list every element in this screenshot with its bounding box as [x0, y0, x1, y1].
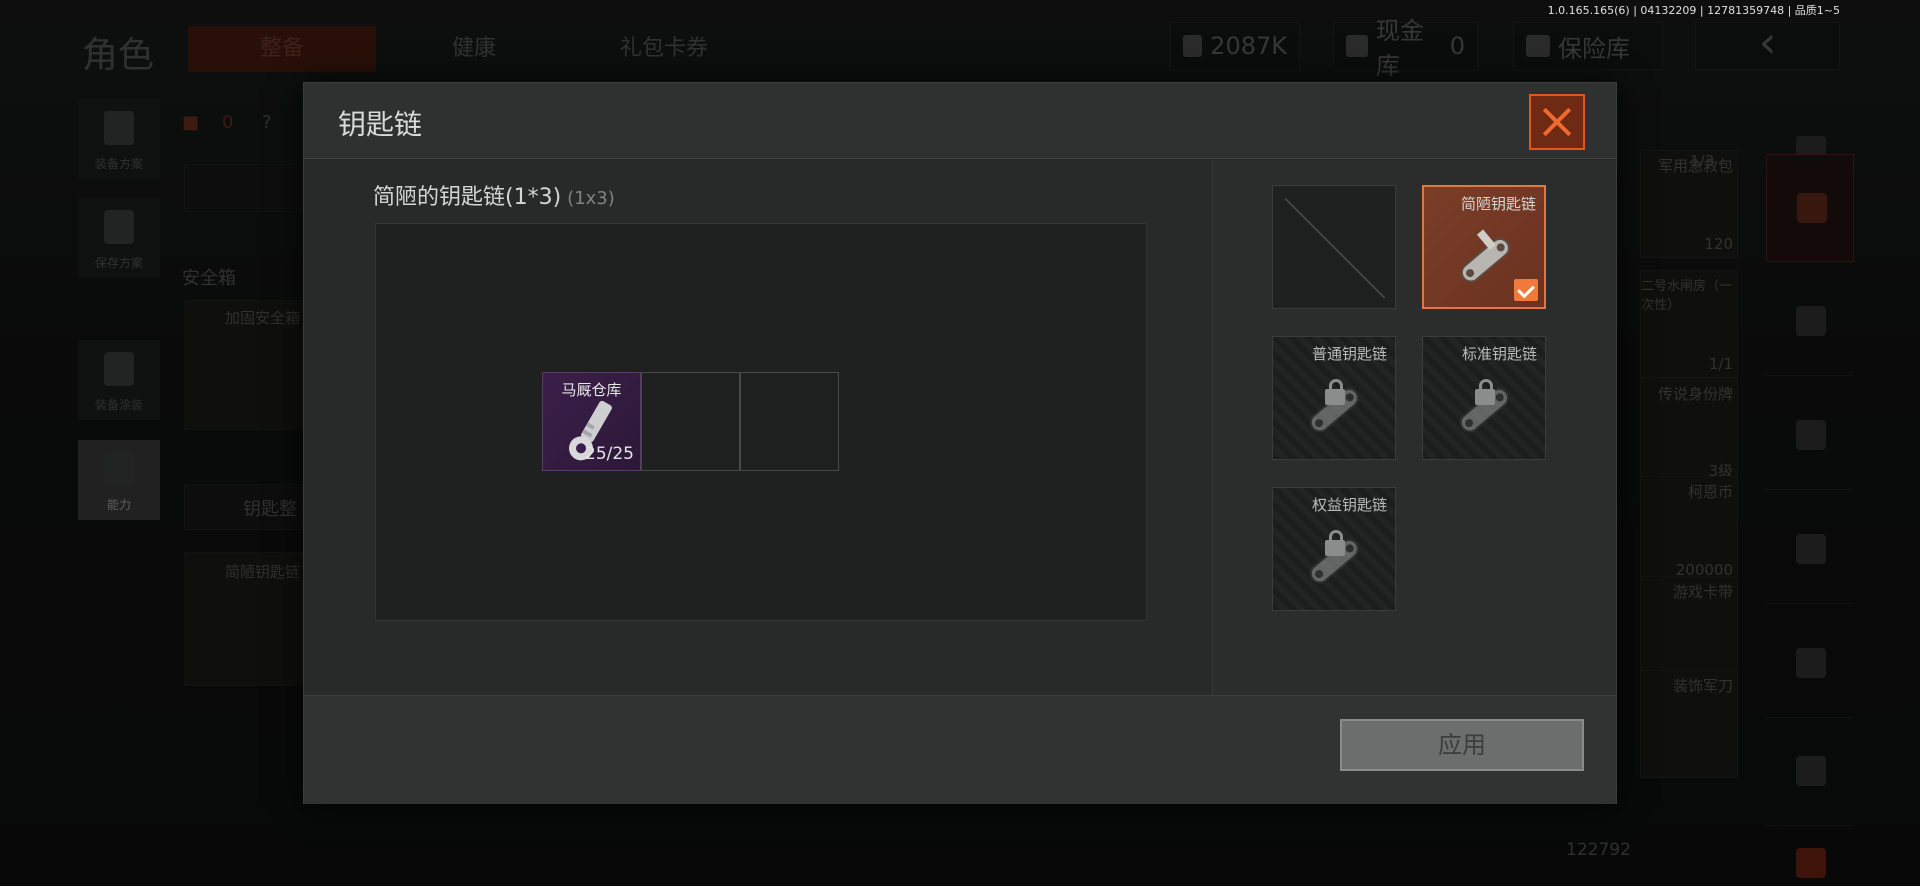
cash-vault-button[interactable]: 现金库 0: [1333, 17, 1478, 80]
grid-item[interactable]: 二号水闸房（一次性） 1/1: [1640, 270, 1738, 378]
key-slot-empty[interactable]: [740, 372, 839, 471]
lock-icon: [1325, 530, 1345, 556]
grid-item[interactable]: 游戏卡带: [1640, 576, 1738, 684]
keychain-dims: (1x3): [567, 188, 615, 209]
layers-icon: [1797, 193, 1827, 223]
chevron-left-icon: ‹: [1758, 17, 1777, 68]
armor-icon: ■: [182, 112, 200, 133]
currency-display: 2087K: [1170, 22, 1300, 70]
plus-icon: [1796, 848, 1826, 878]
keychain-icon: [1460, 229, 1510, 283]
grid-item[interactable]: 柯恩币 200000: [1640, 476, 1738, 584]
safe-box-label: 安全箱: [182, 268, 236, 289]
grid-item-name: 二号水闸房（一次性）: [1641, 279, 1733, 313]
cash-icon: [1183, 35, 1203, 57]
armor-count: 0: [222, 112, 234, 133]
modal-header: 钥匙链: [304, 83, 1616, 159]
category-ammo[interactable]: [1766, 610, 1854, 718]
stack-count: 1/3: [1690, 152, 1715, 170]
keychain-modal: 钥匙链 简陋的钥匙链(1*3) (1x3) 马厩仓库 25/25 简陋钥匙链 普…: [303, 82, 1617, 804]
grid-item-name: 装饰军刀: [1672, 677, 1733, 695]
grid-item-name: 游戏卡带: [1672, 583, 1733, 601]
grid-item-value: 120: [1704, 235, 1733, 253]
keychain-name: 简陋的钥匙链(1*3) (1x3): [373, 179, 615, 211]
category-add[interactable]: [1766, 810, 1854, 886]
grid-item-value: 1/1: [1708, 355, 1733, 373]
empty-slot-icon: [1285, 198, 1385, 298]
category-all[interactable]: [1766, 154, 1854, 262]
download-icon: [104, 210, 134, 244]
category-rifle[interactable]: [1766, 382, 1854, 490]
keychain-option-name: 标准钥匙链: [1461, 345, 1537, 363]
rifle-icon: [1796, 420, 1826, 450]
key-slot-count: 25/25: [585, 444, 634, 464]
apply-button[interactable]: 应用: [1340, 719, 1584, 771]
safe-box-slot[interactable]: 加固安全箱: [184, 300, 304, 430]
keychain-option-crude[interactable]: 简陋钥匙链: [1422, 185, 1546, 309]
keychain-option-standard[interactable]: 标准钥匙链: [1422, 336, 1546, 460]
tab-gift-coupons[interactable]: 礼包卡券: [570, 26, 758, 72]
grid-item[interactable]: 传说身份牌 3级: [1640, 378, 1738, 486]
keychain-name-text: 简陋的钥匙链(1*3): [373, 185, 562, 210]
currency-amount: 2087K: [1210, 32, 1287, 60]
close-button[interactable]: [1529, 94, 1585, 150]
attachment-icon: [1796, 756, 1826, 786]
help-icon[interactable]: ?: [262, 112, 272, 133]
grid-item[interactable]: 装饰军刀: [1640, 670, 1738, 778]
sidebar-label: 装备方案: [94, 157, 143, 171]
keychain-option-empty[interactable]: [1272, 185, 1396, 309]
vest-icon: [104, 111, 134, 145]
keychain-option-name: 权益钥匙链: [1311, 496, 1387, 514]
bottom-value: 122792: [1566, 840, 1631, 860]
bg-slot: [184, 164, 304, 212]
keychain-option-name: 简陋钥匙链: [1460, 195, 1536, 213]
page-title: 角色: [82, 35, 155, 76]
insurance-vault-icon: [1526, 35, 1550, 57]
keychain-option-name: 普通钥匙链: [1311, 345, 1387, 363]
sidebar-ability[interactable]: 能力: [78, 440, 160, 520]
sidebar-label: 能力: [106, 498, 131, 512]
selected-check-icon: [1514, 279, 1538, 301]
sidebar-label: 装备涂装: [94, 398, 143, 412]
category-helmet[interactable]: [1766, 268, 1854, 376]
sidebar-save-plan[interactable]: 保存方案: [78, 198, 160, 278]
safe-box-item-name: 加固安全箱: [225, 309, 301, 327]
sidebar-loadout-plans[interactable]: 装备方案: [78, 99, 160, 179]
grid-item[interactable]: 军用急救包 120: [1640, 150, 1738, 258]
grid-item-name: 传说身份牌: [1657, 385, 1733, 403]
keychain-slot-row: 马厩仓库 25/25: [542, 372, 839, 471]
key-slot-empty[interactable]: [641, 372, 740, 471]
insurance-vault-button[interactable]: 保险库: [1513, 22, 1663, 70]
ability-icon: [104, 452, 134, 486]
keychain-section-label: 钥匙整: [243, 499, 297, 520]
back-button[interactable]: ‹: [1695, 21, 1840, 70]
key-slot-filled[interactable]: 马厩仓库 25/25: [542, 372, 641, 471]
cash-vault-label: 现金库: [1375, 17, 1424, 80]
keychain-slot[interactable]: 简陋钥匙链: [184, 552, 304, 686]
lock-icon: [1325, 379, 1345, 405]
tab-equip[interactable]: 整备: [188, 26, 376, 72]
keychain-section[interactable]: 钥匙整: [184, 484, 304, 530]
sidebar-label: 保存方案: [94, 256, 143, 270]
grid-item-name: 柯恩币: [1687, 483, 1733, 501]
category-column: [1766, 98, 1858, 878]
keychain-item-name: 简陋钥匙链: [225, 563, 301, 581]
bullet-icon: [1796, 648, 1826, 678]
vault-icon: [1346, 35, 1368, 57]
helmet-icon: [104, 352, 134, 386]
version-info: 1.0.165.165(6) | 04132209 | 12781359748 …: [1547, 4, 1840, 17]
cash-vault-count: 0: [1449, 32, 1465, 60]
keychain-option-premium[interactable]: 权益钥匙链: [1272, 487, 1396, 611]
modal-title: 钥匙链: [338, 108, 423, 141]
category-magazine[interactable]: [1766, 496, 1854, 604]
helmet-icon: [1796, 306, 1826, 336]
magazine-icon: [1796, 534, 1826, 564]
lock-icon: [1475, 379, 1495, 405]
key-slot-name: 马厩仓库: [561, 381, 622, 399]
tab-health[interactable]: 健康: [380, 26, 568, 72]
insurance-vault-label: 保险库: [1558, 34, 1630, 63]
sidebar-equip-paint[interactable]: 装备涂装: [78, 340, 160, 420]
keychain-option-normal[interactable]: 普通钥匙链: [1272, 336, 1396, 460]
